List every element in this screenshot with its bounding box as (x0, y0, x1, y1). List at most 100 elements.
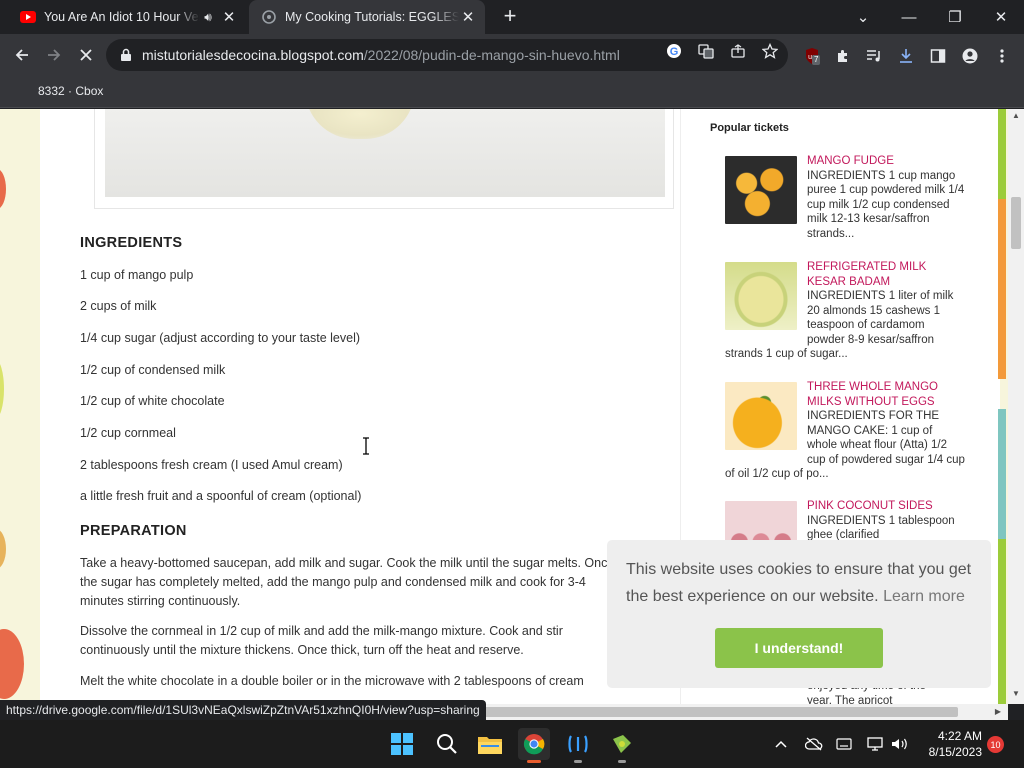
close-window-button[interactable]: ✕ (978, 0, 1024, 34)
post-thumbnail[interactable] (725, 156, 797, 224)
url-text: mistutorialesdecocina.blogspot.com/2022/… (142, 47, 620, 63)
side-panel-icon[interactable] (928, 46, 948, 66)
post-thumbnail[interactable] (725, 382, 797, 450)
svg-text:G: G (670, 46, 679, 58)
preparation-step: Melt the white chocolate in a double boi… (80, 674, 584, 688)
show-hidden-icons-chevron-icon[interactable] (771, 734, 791, 754)
ingredient-item: 1/2 cup of white chocolate (80, 394, 225, 408)
file-explorer-icon[interactable] (474, 728, 506, 760)
post-image-frame (94, 109, 674, 209)
windows-start-icon[interactable] (386, 728, 418, 760)
system-clock[interactable]: 4:22 AM 8/15/2023 (918, 728, 982, 760)
extensions-puzzle-icon[interactable] (833, 46, 853, 66)
popular-post[interactable]: MANGO FUDGE INGREDIENTS 1 cup mango pure… (725, 154, 965, 241)
network-icon[interactable] (866, 734, 886, 754)
close-tab-icon[interactable]: ✕ (459, 8, 477, 26)
search-icon[interactable] (431, 728, 463, 760)
popular-post[interactable]: THREE WHOLE MANGO MILKS WITHOUT EGGS ING… (725, 380, 965, 482)
download-icon[interactable] (896, 46, 916, 66)
ingredient-item: 1/2 cup cornmeal (80, 426, 176, 440)
blogger-icon (261, 9, 277, 25)
volume-icon[interactable] (890, 734, 910, 754)
media-control-icon[interactable] (864, 46, 884, 66)
browser-toolbar: mistutorialesdecocina.blogspot.com/2022/… (0, 34, 1024, 76)
notification-badge[interactable]: 10 (987, 736, 1004, 753)
page-viewport: INGREDIENTS 1 cup of mango pulp 2 cups o… (0, 109, 1008, 704)
bookmarks-bar: 8332 · Cbox (0, 76, 1024, 108)
mango-pudding-image[interactable] (105, 109, 665, 197)
learn-more-link[interactable]: Learn more (883, 588, 965, 605)
tab-title: My Cooking Tutorials: EGGLESS MANGO PUDD… (285, 10, 459, 24)
decorative-strip (998, 199, 1006, 379)
ingredients-heading: INGREDIENTS (80, 235, 183, 251)
close-tab-icon[interactable]: ✕ (220, 8, 238, 26)
cookie-message: This website uses cookies to ensure that… (626, 561, 972, 605)
decorative-strip (998, 109, 1006, 199)
ublock-extension-icon[interactable]: uo 7 (802, 46, 822, 66)
cloud-offline-icon[interactable] (804, 734, 824, 754)
address-bar[interactable]: mistutorialesdecocina.blogspot.com/2022/… (106, 39, 788, 71)
minimize-button[interactable]: — (886, 0, 932, 34)
tab-you-are-an-idiot[interactable]: You Are An Idiot 10 Hour Version 🔊︎ ✕ (8, 0, 246, 34)
link-status-bubble: https://drive.google.com/file/d/1SUl3vNE… (0, 700, 486, 720)
decorative-strip (998, 539, 1006, 704)
profile-avatar-icon[interactable] (960, 46, 980, 66)
extension-badge: 7 (812, 55, 821, 65)
running-app-indicator (574, 760, 582, 763)
running-app-indicator (618, 760, 626, 763)
tab-strip: You Are An Idiot 10 Hour Version 🔊︎ ✕ My… (0, 0, 1024, 34)
keyboard-layout-icon[interactable] (834, 734, 854, 754)
tab-search-icon[interactable]: ⌄ (840, 0, 886, 34)
ingredient-item: a little fresh fruit and a spoonful of c… (80, 489, 362, 503)
background-decoration (0, 529, 6, 569)
post-snippet: INGREDIENTS 1 tablespoon ghee (clarified (807, 514, 955, 542)
text-cursor-icon (363, 437, 369, 455)
post-thumbnail[interactable] (725, 501, 797, 545)
stop-loading-button[interactable] (72, 41, 100, 69)
bookmark-star-icon[interactable] (761, 42, 779, 60)
ingredient-item: 1/2 cup of condensed milk (80, 363, 226, 377)
scroll-up-arrow-icon[interactable]: ▲ (1008, 111, 1024, 120)
scroll-right-arrow-icon[interactable]: ▶ (990, 704, 1006, 720)
preparation-heading: PREPARATION (80, 523, 187, 539)
post-snippet: INGREDIENTS 1 cup mango puree 1 cup powd… (807, 169, 965, 240)
vscode-icon[interactable] (562, 728, 594, 763)
popular-post[interactable]: REFRIGERATED MILK KESAR BADAM INGREDIENT… (725, 260, 965, 362)
new-tab-button[interactable]: + (498, 4, 522, 28)
vertical-scrollbar[interactable]: ▲ ▼ (1008, 109, 1024, 704)
lock-icon[interactable] (120, 48, 134, 62)
tab-my-cooking-tutorials[interactable]: My Cooking Tutorials: EGGLESS MANGO PUDD… (249, 0, 485, 34)
pudding-glass-image (305, 109, 415, 139)
decorative-strip (998, 409, 1006, 539)
popular-post[interactable]: PINK COCONUT SIDES INGREDIENTS 1 tablesp… (725, 499, 965, 545)
scroll-down-arrow-icon[interactable]: ▼ (1008, 689, 1024, 698)
forward-button[interactable] (40, 41, 68, 69)
ingredient-item: 2 cups of milk (80, 299, 157, 313)
ingredient-item: 1 cup of mango pulp (80, 268, 194, 282)
ingredient-item: 2 tablespoons fresh cream (I used Amul c… (80, 458, 343, 472)
chrome-menu-icon[interactable] (992, 46, 1012, 66)
google-lens-icon[interactable]: G (665, 42, 683, 60)
post-thumbnail[interactable] (725, 262, 797, 330)
windows-taskbar: 4:22 AM 8/15/2023 10 (0, 720, 1024, 768)
youtube-icon (20, 9, 36, 25)
cookie-accept-button[interactable]: I understand! (715, 628, 883, 668)
popular-tickets-title: Popular tickets (710, 122, 789, 134)
clock-time: 4:22 AM (937, 729, 982, 743)
ingredient-item: 1/4 cup sugar (adjust according to your … (80, 331, 361, 345)
preparation-step: Dissolve the cornmeal in 1/2 cup of milk… (80, 624, 563, 657)
background-decoration (0, 629, 24, 699)
background-decoration (0, 169, 6, 209)
translate-icon[interactable] (697, 42, 715, 60)
active-app-indicator (527, 760, 541, 763)
bookmark-cbox[interactable]: 8332 · Cbox (38, 84, 103, 98)
scrollbar-thumb[interactable] (1011, 197, 1021, 249)
clock-date: 8/15/2023 (928, 745, 982, 759)
share-icon[interactable] (729, 42, 747, 60)
chrome-icon[interactable] (518, 728, 550, 763)
restore-button[interactable]: ❐ (932, 0, 978, 34)
gamepad-icon[interactable] (606, 728, 638, 763)
back-button[interactable] (8, 41, 36, 69)
tab-title: You Are An Idiot 10 Hour Version (44, 10, 200, 24)
speaker-icon[interactable]: 🔊︎ (200, 10, 216, 25)
